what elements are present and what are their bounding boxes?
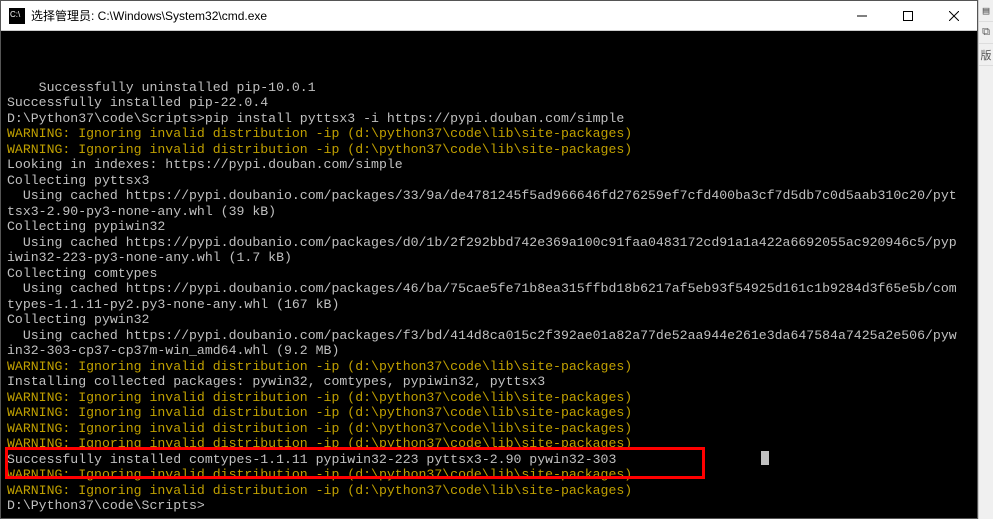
terminal-line: Using cached https://pypi.doubanio.com/p… (7, 235, 971, 251)
minimize-button[interactable] (839, 1, 885, 31)
terminal-line: iwin32-223-py3-none-any.whl (1.7 kB) (7, 250, 971, 266)
terminal-line: WARNING: Ignoring invalid distribution -… (7, 436, 971, 452)
right-sidebar: ▤ ⧉ 版 (978, 0, 993, 519)
terminal-line: Collecting pypiwin32 (7, 219, 971, 235)
terminal-line: WARNING: Ignoring invalid distribution -… (7, 405, 971, 421)
terminal-line: Successfully installed pip-22.0.4 (7, 95, 971, 111)
terminal-line: types-1.1.11-py2.py3-none-any.whl (167 k… (7, 297, 971, 313)
sidebar-icon-1[interactable]: ▤ (979, 0, 993, 22)
sidebar-icon-2[interactable]: ⧉ (979, 22, 993, 44)
cmd-icon (9, 8, 25, 24)
terminal-line: WARNING: Ignoring invalid distribution -… (7, 142, 971, 158)
terminal-line: WARNING: Ignoring invalid distribution -… (7, 421, 971, 437)
close-button[interactable] (931, 1, 977, 31)
maximize-icon (903, 11, 913, 21)
terminal-line: Installing collected packages: pywin32, … (7, 374, 971, 390)
terminal-line: Using cached https://pypi.doubanio.com/p… (7, 328, 971, 344)
terminal-line: Using cached https://pypi.doubanio.com/p… (7, 188, 971, 204)
terminal-line: WARNING: Ignoring invalid distribution -… (7, 390, 971, 406)
terminal-line: D:\Python37\code\Scripts> (7, 498, 971, 514)
terminal-line: Collecting comtypes (7, 266, 971, 282)
terminal-line: Successfully installed comtypes-1.1.11 p… (7, 452, 971, 468)
terminal-line: Collecting pywin32 (7, 312, 971, 328)
terminal-line: Looking in indexes: https://pypi.douban.… (7, 157, 971, 173)
cmd-window: 选择管理员: C:\Windows\System32\cmd.exe Succe… (0, 0, 978, 519)
terminal-line: WARNING: Ignoring invalid distribution -… (7, 467, 971, 483)
terminal-line: Using cached https://pypi.doubanio.com/p… (7, 281, 971, 297)
terminal-line: tsx3-2.90-py3-none-any.whl (39 kB) (7, 204, 971, 220)
text-cursor (761, 451, 769, 465)
window-controls (839, 1, 977, 31)
sidebar-icon-3[interactable]: 版 (979, 44, 993, 66)
close-icon (949, 11, 959, 21)
maximize-button[interactable] (885, 1, 931, 31)
terminal-line: WARNING: Ignoring invalid distribution -… (7, 126, 971, 142)
terminal-line: D:\Python37\code\Scripts>pip install pyt… (7, 111, 971, 127)
titlebar[interactable]: 选择管理员: C:\Windows\System32\cmd.exe (1, 1, 977, 31)
terminal-line: Collecting pyttsx3 (7, 173, 971, 189)
terminal-line: Successfully uninstalled pip-10.0.1 (7, 80, 971, 96)
terminal-line: WARNING: Ignoring invalid distribution -… (7, 359, 971, 375)
terminal-line: WARNING: Ignoring invalid distribution -… (7, 483, 971, 499)
terminal-line: in32-303-cp37-cp37m-win_amd64.whl (9.2 M… (7, 343, 971, 359)
minimize-icon (857, 11, 867, 21)
window-title: 选择管理员: C:\Windows\System32\cmd.exe (31, 7, 839, 24)
terminal-output[interactable]: Successfully uninstalled pip-10.0.1Succe… (1, 31, 977, 518)
